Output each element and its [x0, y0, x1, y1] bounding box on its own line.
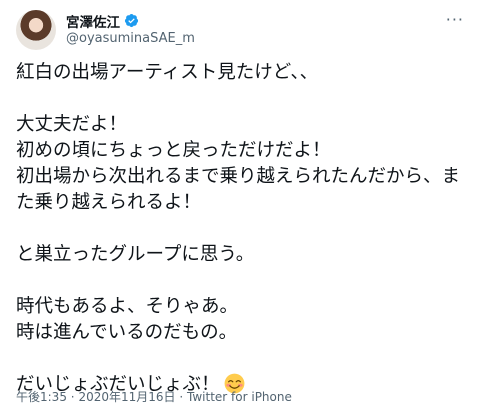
meta-separator: ·	[179, 390, 184, 404]
handle[interactable]: @oyasuminaSAE_m	[66, 31, 195, 46]
author-block: 宮澤佐江 @oyasuminaSAE_m	[66, 11, 195, 46]
tweet-line: 時代もあるよ、そりゃあ。	[16, 296, 239, 317]
tweet-line: 大丈夫だよ！	[16, 114, 128, 135]
tweet-source[interactable]: Twitter for iPhone	[187, 390, 292, 404]
tweet-card: 宮澤佐江 @oyasuminaSAE_m ··· 紅白の出場アーティスト見たけど…	[0, 0, 480, 412]
tweet-line: 紅白の出場アーティスト見たけど、、	[16, 62, 319, 83]
more-options-icon[interactable]: ···	[446, 10, 464, 29]
tweet-line: と巣立ったグループに思う。	[16, 244, 255, 265]
tweet-line: た乗り越えられるよ！	[16, 192, 202, 213]
tweet-line: 初めの頃にちょっと戻っただけだよ！	[16, 140, 331, 161]
tweet-line: 時は進んでいるのだもの。	[16, 322, 238, 343]
avatar[interactable]	[16, 10, 56, 50]
verified-badge-icon	[124, 13, 139, 28]
tweet-line: 初出場から次出れるまで乗り越えられたんだから、ま	[16, 166, 461, 187]
meta-separator: ·	[70, 390, 75, 404]
tweet-text: 紅白の出場アーティスト見たけど、、 大丈夫だよ！ 初めの頃にちょっと戻っただけだ…	[16, 60, 471, 398]
tweet-header: 宮澤佐江 @oyasuminaSAE_m ···	[16, 10, 468, 50]
tweet-date[interactable]: 2020年11月16日	[78, 390, 175, 404]
tweet-meta: 午後1:35 · 2020年11月16日 · Twitter for iPhon…	[16, 388, 292, 405]
name-row: 宮澤佐江	[66, 11, 195, 31]
tweet-time[interactable]: 午後1:35	[16, 390, 67, 404]
display-name[interactable]: 宮澤佐江	[66, 11, 120, 31]
